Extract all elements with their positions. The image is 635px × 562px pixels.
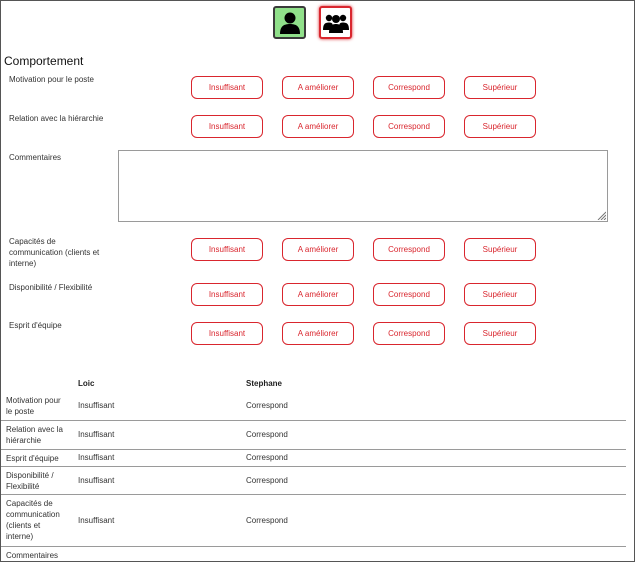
row-divider xyxy=(1,494,626,495)
rating-btn-hierarchie-superieur[interactable]: Supérieur xyxy=(464,115,536,138)
criterion-label-hierarchie: Relation avec la hiérarchie xyxy=(9,114,104,123)
rating-btn-motivation-ameliorer[interactable]: A améliorer xyxy=(282,76,354,99)
single-user-icon xyxy=(279,12,300,34)
rating-btn-disponibilite-correspond[interactable]: Correspond xyxy=(373,283,445,306)
rating-btn-communication-ameliorer[interactable]: A améliorer xyxy=(282,238,354,261)
comments-label: Commentaires xyxy=(9,153,62,162)
summary-cell-loic: Insuffisant xyxy=(78,476,115,485)
summary-cell-loic: Insuffisant xyxy=(78,430,115,439)
rating-btn-communication-insuffisant[interactable]: Insuffisant xyxy=(191,238,263,261)
evaluation-panel: Comportement Motivation pour le poste In… xyxy=(0,0,635,562)
rating-btn-hierarchie-insuffisant[interactable]: Insuffisant xyxy=(191,115,263,138)
criterion-label-motivation: Motivation pour le poste xyxy=(9,75,94,84)
rating-btn-esprit-correspond[interactable]: Correspond xyxy=(373,322,445,345)
team-users-icon xyxy=(322,14,349,33)
summary-cell-stephane: Correspond xyxy=(246,476,288,485)
row-divider xyxy=(1,466,626,467)
rating-btn-motivation-superieur[interactable]: Supérieur xyxy=(464,76,536,99)
summary-row-label: Motivation pour le poste xyxy=(6,396,61,416)
rating-btn-hierarchie-correspond[interactable]: Correspond xyxy=(373,115,445,138)
summary-cell-loic: Insuffisant xyxy=(78,401,115,410)
row-divider xyxy=(1,420,626,421)
criterion-label-communication: Capacités de communication (clients et i… xyxy=(9,237,100,268)
rating-btn-motivation-correspond[interactable]: Correspond xyxy=(373,76,445,99)
summary-header-stephane: Stephane xyxy=(246,379,283,388)
rating-btn-disponibilite-insuffisant[interactable]: Insuffisant xyxy=(191,283,263,306)
summary-cell-stephane: Correspond xyxy=(246,516,288,525)
rating-btn-esprit-superieur[interactable]: Supérieur xyxy=(464,322,536,345)
summary-row-label: Capacités de communication (clients et i… xyxy=(6,499,60,541)
summary-cell-stephane: Correspond xyxy=(246,401,288,410)
criterion-label-disponibilite: Disponibilité / Flexibilité xyxy=(9,283,93,292)
summary-cell-stephane: Correspond xyxy=(246,453,288,462)
rating-btn-disponibilite-ameliorer[interactable]: A améliorer xyxy=(282,283,354,306)
section-title: Comportement xyxy=(4,54,84,68)
summary-row-label: Relation avec la hiérarchie xyxy=(6,425,63,445)
summary-row-label: Esprit d'équipe xyxy=(6,454,59,463)
summary-row-label: Commentaires xyxy=(6,551,59,560)
rating-btn-communication-superieur[interactable]: Supérieur xyxy=(464,238,536,261)
rating-btn-motivation-insuffisant[interactable]: Insuffisant xyxy=(191,76,263,99)
summary-cell-loic: Insuffisant xyxy=(78,453,115,462)
rating-btn-disponibilite-superieur[interactable]: Supérieur xyxy=(464,283,536,306)
summary-row-label: Disponibilité / Flexibilité xyxy=(6,471,54,491)
team-view-toggle[interactable] xyxy=(319,6,352,39)
row-divider xyxy=(1,546,626,547)
summary-cell-stephane: Correspond xyxy=(246,430,288,439)
rating-btn-esprit-insuffisant[interactable]: Insuffisant xyxy=(191,322,263,345)
rating-btn-hierarchie-ameliorer[interactable]: A améliorer xyxy=(282,115,354,138)
single-view-toggle[interactable] xyxy=(273,6,306,39)
rating-btn-esprit-ameliorer[interactable]: A améliorer xyxy=(282,322,354,345)
summary-cell-loic: Insuffisant xyxy=(78,516,115,525)
resize-grip-icon[interactable] xyxy=(596,210,606,220)
rating-btn-communication-correspond[interactable]: Correspond xyxy=(373,238,445,261)
comments-textarea[interactable] xyxy=(118,150,608,222)
criterion-label-esprit-equipe: Esprit d'équipe xyxy=(9,321,62,330)
row-divider xyxy=(1,449,626,450)
summary-header-loic: Loic xyxy=(78,379,95,388)
